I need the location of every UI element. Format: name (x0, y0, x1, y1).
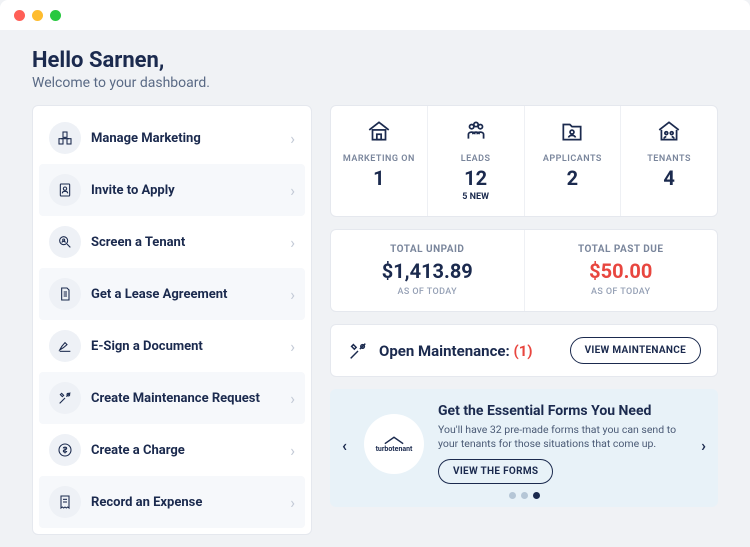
greeting-hello: Hello Sarnen, (32, 48, 718, 73)
promo-title: Get the Essential Forms You Need (438, 403, 684, 419)
chevron-right-icon: › (290, 493, 295, 512)
stat-value: 2 (529, 166, 617, 190)
money-label: TOTAL UNPAID (335, 244, 520, 255)
nav-get-lease[interactable]: Get a Lease Agreement › (39, 268, 305, 320)
stat-sub: 5 NEW (432, 192, 520, 202)
stat-tenants[interactable]: TENANTS 4 (621, 106, 717, 216)
money-label: TOTAL PAST DUE (529, 244, 714, 255)
maintenance-text: Open Maintenance: (1) (379, 342, 570, 360)
greeting: Hello Sarnen, Welcome to your dashboard. (32, 48, 718, 91)
nav-label: Create Maintenance Request (91, 391, 290, 406)
nav-invite-to-apply[interactable]: Invite to Apply › (39, 164, 305, 216)
money-row: TOTAL UNPAID $1,413.89 AS OF TODAY TOTAL… (330, 229, 718, 312)
quick-actions-sidebar: Manage Marketing › Invite to Apply › Scr… (32, 105, 312, 535)
nav-record-expense[interactable]: Record an Expense › (39, 476, 305, 528)
screen-icon (49, 226, 81, 258)
promo-logo: turbotenant (364, 414, 424, 474)
house-icon (366, 118, 392, 144)
stat-label: APPLICANTS (529, 154, 617, 164)
money-value: $50.00 (529, 259, 714, 283)
chevron-right-icon: › (290, 285, 295, 304)
maintenance-bar: Open Maintenance: (1) VIEW MAINTENANCE (330, 324, 718, 377)
stat-value: 1 (335, 166, 423, 190)
maint-count: (1) (513, 342, 532, 360)
folder-person-icon (559, 118, 585, 144)
marketing-icon (49, 122, 81, 154)
promo-dot-2[interactable] (521, 492, 528, 499)
nav-label: Invite to Apply (91, 183, 290, 198)
stats-row: MARKETING ON 1 LEADS 12 5 NEW APPLICANTS… (330, 105, 718, 217)
nav-create-maintenance[interactable]: Create Maintenance Request › (39, 372, 305, 424)
stat-value: 4 (625, 166, 713, 190)
nav-label: Create a Charge (91, 443, 290, 458)
document-icon (49, 278, 81, 310)
promo-dot-3[interactable] (533, 492, 540, 499)
chevron-right-icon: › (290, 337, 295, 356)
wrench-icon (347, 340, 369, 362)
stat-label: MARKETING ON (335, 154, 423, 164)
receipt-icon (49, 486, 81, 518)
promo-dot-1[interactable] (509, 492, 516, 499)
money-pastdue[interactable]: TOTAL PAST DUE $50.00 AS OF TODAY (525, 230, 718, 311)
house-people-icon (656, 118, 682, 144)
sign-icon (49, 330, 81, 362)
stat-value: 12 (432, 166, 520, 190)
dollar-icon (49, 434, 81, 466)
nav-label: Screen a Tenant (91, 235, 290, 250)
view-forms-button[interactable]: VIEW THE FORMS (438, 459, 553, 484)
invite-icon (49, 174, 81, 206)
nav-label: E-Sign a Document (91, 339, 290, 354)
promo-card: ‹ › turbotenant Get the Essential Forms … (330, 389, 718, 507)
nav-label: Record an Expense (91, 495, 290, 510)
chevron-right-icon: › (290, 181, 295, 200)
chevron-right-icon: › (290, 441, 295, 460)
stat-marketing[interactable]: MARKETING ON 1 (331, 106, 428, 216)
view-maintenance-button[interactable]: VIEW MAINTENANCE (570, 337, 701, 364)
stat-label: LEADS (432, 154, 520, 164)
nav-create-charge[interactable]: Create a Charge › (39, 424, 305, 476)
promo-prev-button[interactable]: ‹ (338, 432, 351, 459)
tools-icon (49, 382, 81, 414)
stat-label: TENANTS (625, 154, 713, 164)
money-unpaid[interactable]: TOTAL UNPAID $1,413.89 AS OF TODAY (331, 230, 525, 311)
maint-label: Open Maintenance: (379, 342, 513, 360)
chevron-right-icon: › (290, 233, 295, 252)
money-sub: AS OF TODAY (335, 287, 520, 297)
stat-leads[interactable]: LEADS 12 5 NEW (428, 106, 525, 216)
promo-pagination (364, 492, 684, 499)
people-icon (463, 118, 489, 144)
chevron-right-icon: › (290, 129, 295, 148)
nav-label: Get a Lease Agreement (91, 287, 290, 302)
minimize-window-icon[interactable] (32, 10, 43, 21)
title-bar (0, 0, 750, 30)
nav-screen-tenant[interactable]: Screen a Tenant › (39, 216, 305, 268)
chevron-right-icon: › (290, 389, 295, 408)
maximize-window-icon[interactable] (50, 10, 61, 21)
nav-esign[interactable]: E-Sign a Document › (39, 320, 305, 372)
stat-applicants[interactable]: APPLICANTS 2 (525, 106, 622, 216)
close-window-icon[interactable] (14, 10, 25, 21)
money-sub: AS OF TODAY (529, 287, 714, 297)
promo-desc: You'll have 32 pre-made forms that you c… (438, 423, 684, 451)
money-value: $1,413.89 (335, 259, 520, 283)
nav-manage-marketing[interactable]: Manage Marketing › (39, 112, 305, 164)
nav-label: Manage Marketing (91, 131, 290, 146)
promo-next-button[interactable]: › (697, 432, 710, 459)
greeting-welcome: Welcome to your dashboard. (32, 75, 718, 91)
promo-logo-text: turbotenant (376, 445, 413, 453)
